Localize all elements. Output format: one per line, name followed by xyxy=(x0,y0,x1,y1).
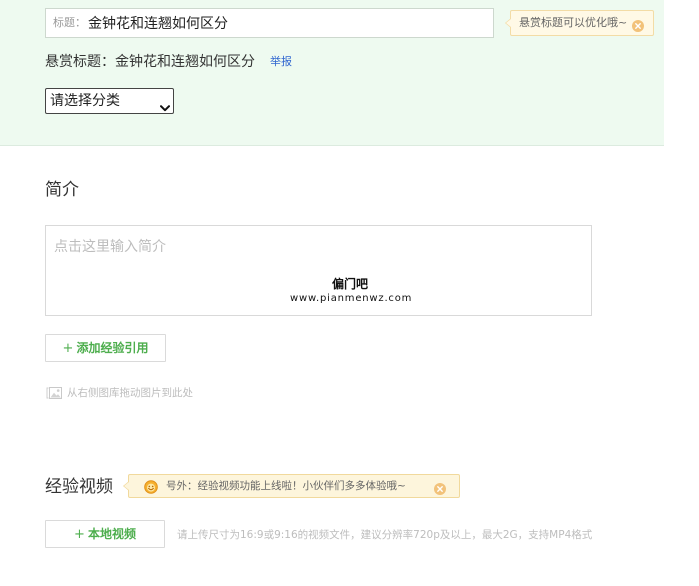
smiley-icon xyxy=(144,479,158,494)
add-reference-button[interactable]: + 添加经验引用 xyxy=(45,334,166,362)
category-select[interactable]: 请选择分类 xyxy=(45,88,174,114)
intro-textarea[interactable] xyxy=(45,225,592,316)
report-link[interactable]: 举报 xyxy=(270,53,292,71)
title-tip: 悬赏标题可以优化哦~ xyxy=(505,10,654,36)
add-reference-label: 添加经验引用 xyxy=(76,341,149,355)
reward-title-label: 悬赏标题： xyxy=(45,54,115,70)
plus-icon: + xyxy=(62,341,74,356)
close-icon[interactable] xyxy=(434,480,446,495)
plus-icon: + xyxy=(74,527,85,542)
reward-title: 悬赏标题：金钟花和连翘如何区分 xyxy=(45,52,255,72)
image-icon xyxy=(46,387,62,399)
notice-text: 号外：经验视频功能上线啦！小伙伴们多多体验哦~ xyxy=(166,480,406,492)
title-input-box[interactable]: 标题： xyxy=(45,8,494,38)
image-drop-hint-text: 从右侧图库拖动图片到此处 xyxy=(67,387,193,399)
title-input[interactable] xyxy=(88,9,484,37)
local-video-label: 本地视频 xyxy=(87,527,136,541)
intro-editor[interactable] xyxy=(45,225,592,316)
video-notice: 号外：经验视频功能上线啦！小伙伴们多多体验哦~ xyxy=(123,474,460,498)
tip-text: 悬赏标题可以优化哦~ xyxy=(519,16,628,29)
tip-arrow xyxy=(505,18,511,28)
upload-hint: 请上传尺寸为16:9或9:16的视频文件，建议分辨率720p及以上，最大2G，支… xyxy=(177,529,593,541)
category-select-wrapper[interactable]: 请选择分类 xyxy=(45,88,174,114)
reward-title-value: 金钟花和连翘如何区分 xyxy=(115,54,255,70)
close-icon[interactable] xyxy=(632,17,644,32)
intro-heading: 简介 xyxy=(45,180,79,200)
video-heading: 经验视频 xyxy=(45,477,113,497)
title-label: 标题： xyxy=(53,16,86,29)
local-video-button[interactable]: + 本地视频 xyxy=(45,520,165,548)
notice-arrow xyxy=(123,481,129,491)
